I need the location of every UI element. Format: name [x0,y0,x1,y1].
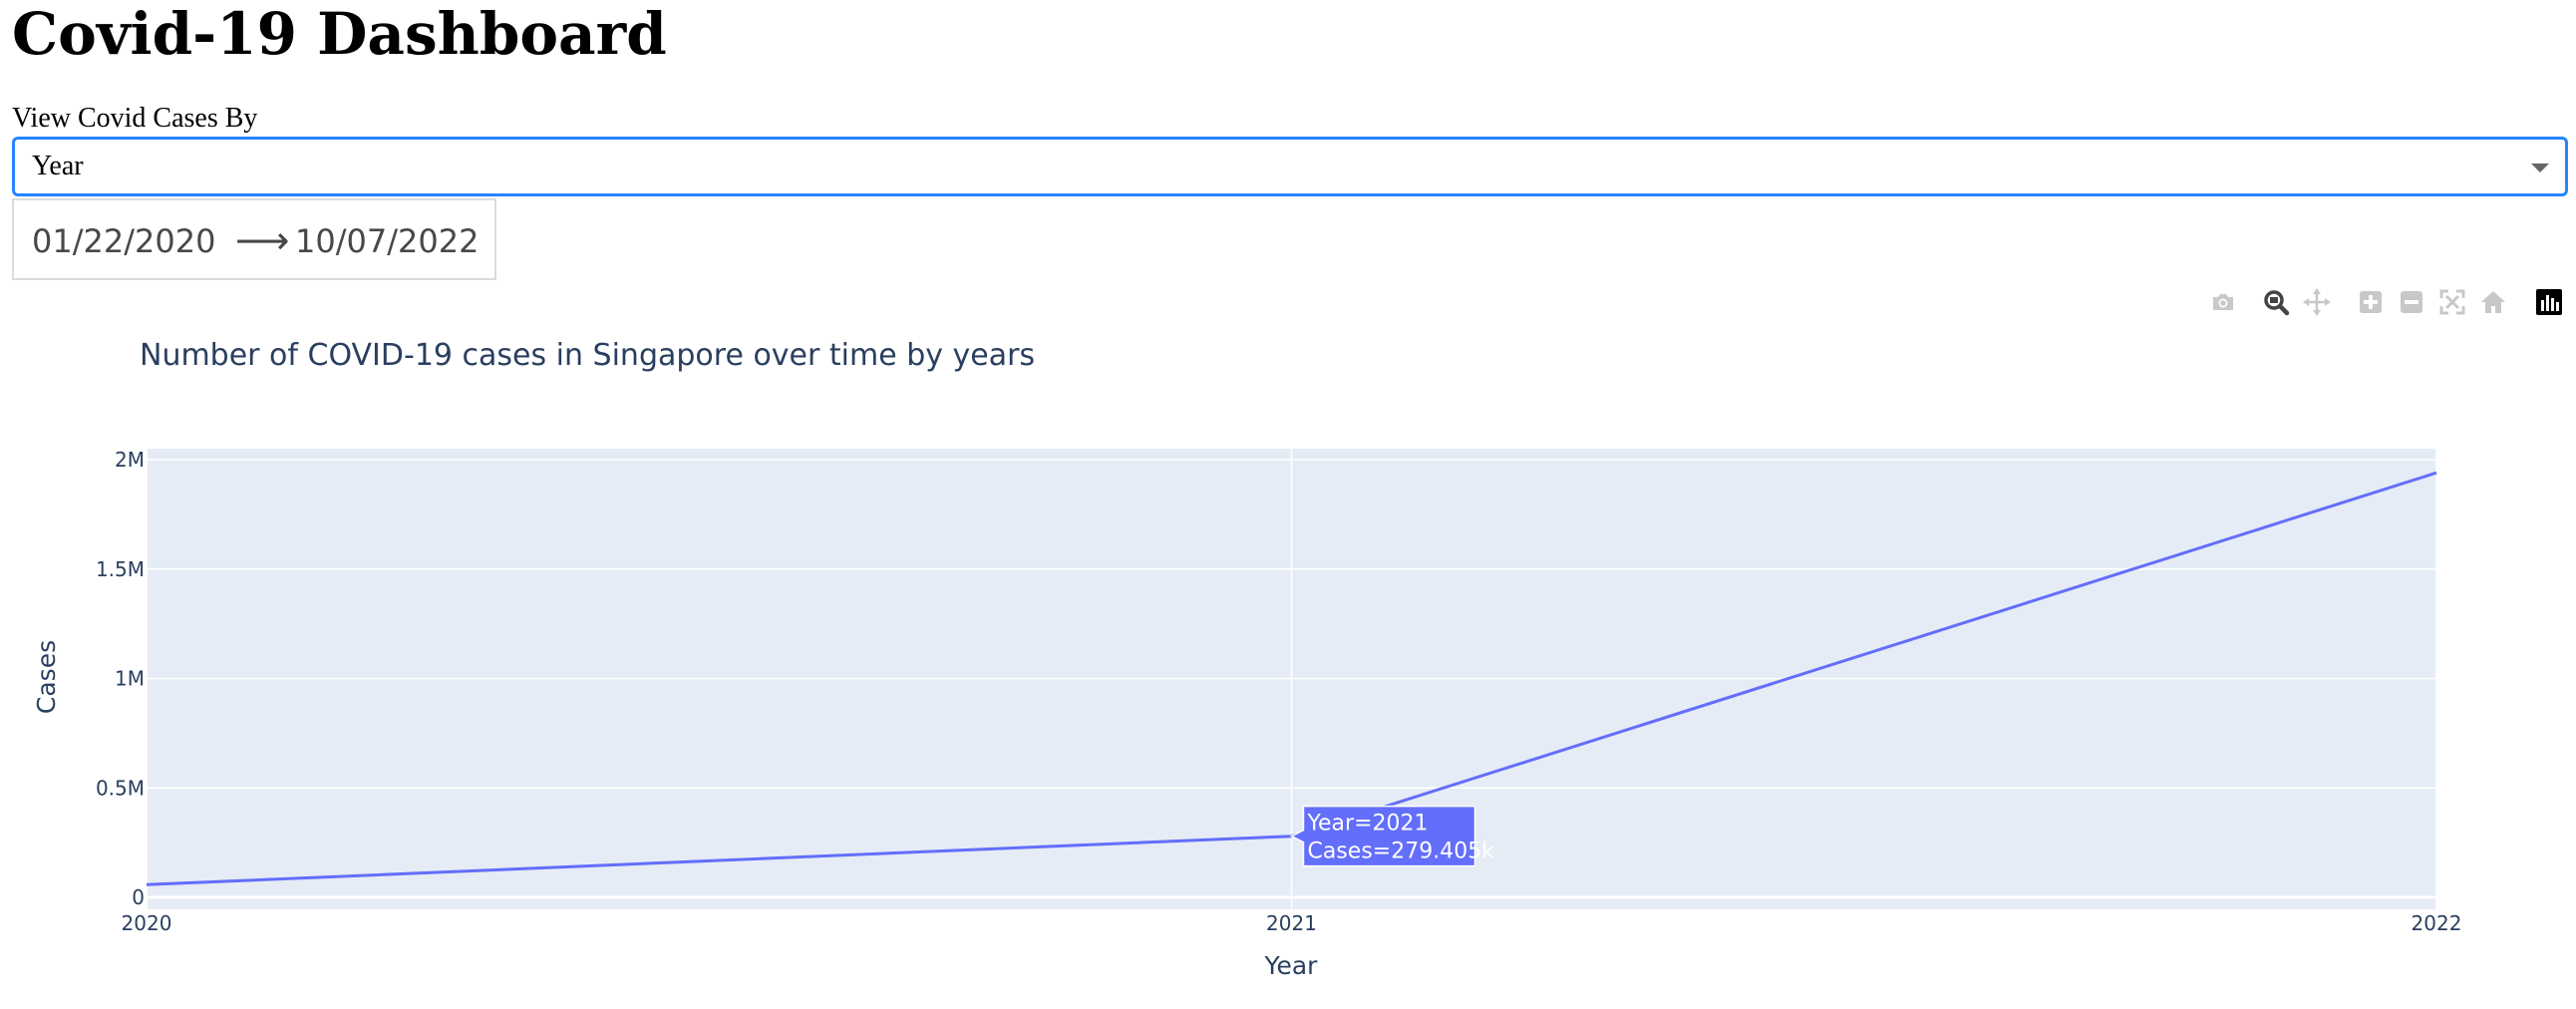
camera-icon[interactable] [2208,287,2238,317]
hover-year-text: Year=2021 [1307,812,1429,837]
plotly-logo-icon[interactable] [2534,287,2564,317]
x-tick-label: 2020 [122,911,172,935]
autoscale-icon[interactable] [2437,287,2467,317]
date-range-arrow: ⟶ [235,218,290,262]
chart-title: Number of COVID-19 cases in Singapore ov… [140,338,1035,373]
reset-axes-icon[interactable] [2478,287,2508,317]
pan-icon[interactable] [2302,287,2332,317]
end-date-input[interactable]: 10/07/2022 [295,222,479,260]
zoom-out-icon[interactable] [2397,287,2426,317]
page-title: Covid-19 Dashboard [12,0,667,68]
start-date-input[interactable]: 01/22/2020 [32,222,215,260]
y-axis-ticks: 0 0.5M 1M 1.5M 2M [96,448,145,909]
date-range-picker[interactable]: 01/22/2020 ⟶ 10/07/2022 [12,198,496,280]
hover-cases-text: Cases=279.405k [1308,840,1495,864]
zoom-in-icon[interactable] [2356,287,2386,317]
view-by-dropdown[interactable]: Year [12,137,2568,196]
hover-tooltip: Year=2021 Cases=279.405k [1289,805,1495,867]
x-axis-ticks: 2020 2021 2022 [122,911,2462,935]
y-tick-label: 1M [115,667,145,691]
y-tick-label: 1.5M [96,557,145,581]
x-axis-title: Year [1264,951,1319,980]
view-by-label: View Covid Cases By [12,103,258,134]
x-tick-label: 2021 [1266,911,1317,935]
zoom-icon[interactable] [2261,287,2291,317]
dropdown-selected-value: Year [32,151,84,181]
y-axis-title: Cases [32,640,61,714]
y-tick-label: 0 [132,885,145,909]
y-tick-label: 0.5M [96,776,145,800]
cases-line-chart[interactable]: Number of COVID-19 cases in Singapore ov… [0,329,2576,1009]
chevron-down-icon[interactable] [2531,164,2549,172]
y-tick-label: 2M [115,448,145,472]
x-tick-label: 2022 [2412,911,2462,935]
